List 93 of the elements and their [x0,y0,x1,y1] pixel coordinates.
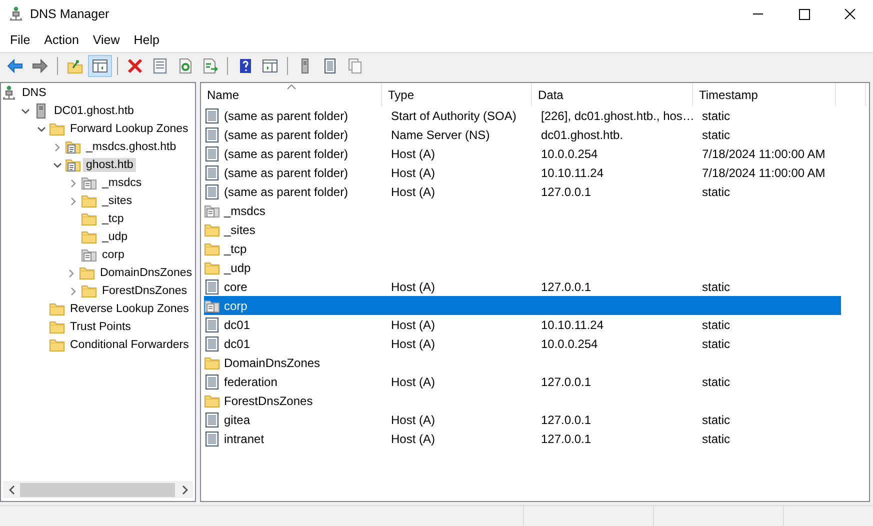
table-cell-text: (same as parent folder) [223,166,348,180]
record-row[interactable]: (same as parent folder) Name Server (NS) dc01.ghost.htb. static [204,125,841,144]
table-cell: 127.0.0.1 [541,184,592,198]
table-cell-text: dc01 [223,336,250,350]
menu-item[interactable]: View [86,30,127,50]
table-cell: 10.10.11.24 [541,318,604,332]
menu-item[interactable]: Help [126,30,166,50]
tree-item[interactable]: Reverse Lookup Zones [67,302,192,316]
table-cell-text: corp [223,298,248,312]
table-cell: static [702,128,730,142]
record-row[interactable]: (same as parent folder) Start of Authority (SOA) [226], dc01.ghost.htb., hos… static [204,106,841,125]
menu-item[interactable]: Action [37,30,86,50]
table-cell: static [702,108,730,122]
table-cell: static [702,318,730,332]
table-cell: Host (A) [391,280,436,294]
record-row[interactable]: _udp [204,258,841,277]
tree-item[interactable]: _tcp [99,212,127,226]
tree-item[interactable]: DC01.ghost.htb [51,104,137,118]
table-cell-text: ForestDnsZones [223,394,313,408]
record-row[interactable]: _msdcs [204,201,841,220]
table-cell-text: core [223,280,248,294]
record-row[interactable]: _tcp [204,239,841,258]
table-cell: Host (A) [391,336,436,350]
table-cell: [226], dc01.ghost.htb., hos… [541,108,694,122]
column-header[interactable]: Timestamp [693,83,836,106]
table-cell: Host (A) [391,412,436,426]
table-cell-text: (same as parent folder) [223,146,348,160]
table-cell-text: (same as parent folder) [223,184,348,198]
record-row[interactable]: gitea Host (A) 127.0.0.1 static [204,410,841,429]
table-cell: 127.0.0.1 [541,412,592,426]
column-header[interactable]: Data [532,83,693,106]
column-header[interactable]: Type [382,83,532,106]
tree-item[interactable]: corp [99,248,128,262]
table-cell: Host (A) [391,374,436,388]
table-cell-text: _udp [222,260,251,274]
table-cell-text: dc01 [223,318,250,332]
tree-item[interactable]: ghost.htb [83,158,136,172]
table-cell: dc01.ghost.htb. [541,128,624,142]
table-cell-text: _sites [222,222,256,236]
table-cell-text: federation [223,374,278,388]
tree-item[interactable]: DNS [19,86,50,100]
table-cell: Host (A) [391,146,436,160]
table-cell-text: (same as parent folder) [223,128,348,142]
tree-item[interactable]: _msdcs [99,176,145,190]
table-cell: static [702,432,730,446]
table-cell: 10.10.11.24 [541,166,604,180]
table-cell: static [702,184,730,198]
table-cell: 127.0.0.1 [541,432,592,446]
record-row[interactable]: DomainDnsZones [204,353,841,372]
record-row[interactable]: core Host (A) 127.0.0.1 static [204,277,841,296]
table-cell-text: gitea [223,412,250,426]
record-row[interactable]: dc01 Host (A) 10.0.0.254 static [204,334,841,353]
record-row[interactable]: ForestDnsZones [204,391,841,410]
table-cell-text: _msdcs [222,204,266,218]
tree-item[interactable]: _sites [99,194,136,208]
table-cell: Start of Authority (SOA) [391,108,516,122]
column-header[interactable]: Name [201,83,382,106]
tree-item[interactable]: DomainDnsZones [96,266,195,280]
table-cell: static [702,412,730,426]
record-row[interactable]: _sites [204,220,841,239]
table-cell: 10.0.0.254 [541,336,598,350]
tree-item[interactable]: Conditional Forwarders [67,338,192,352]
tree-item[interactable]: _udp [99,230,131,244]
table-cell: 127.0.0.1 [541,280,592,294]
table-cell: static [702,336,730,350]
table-cell: Name Server (NS) [391,128,490,142]
table-cell: 127.0.0.1 [541,374,592,388]
table-cell: static [702,280,730,294]
table-cell: Host (A) [391,166,436,180]
tree-item[interactable]: _msdcs.ghost.htb [83,140,180,154]
record-row[interactable]: corp [204,296,841,315]
table-cell: 10.0.0.254 [541,146,598,160]
table-cell-text: DomainDnsZones [223,356,320,370]
record-row[interactable]: federation Host (A) 127.0.0.1 static [204,372,841,391]
record-row[interactable]: intranet Host (A) 127.0.0.1 static [204,429,841,448]
record-row[interactable]: (same as parent folder) Host (A) 10.0.0.254 7/18/2024 11:00:00 AM [204,144,841,163]
table-cell: Host (A) [391,432,436,446]
menu-item[interactable]: File [3,30,38,50]
tree-item[interactable]: ForestDnsZones [99,284,190,298]
tree-item[interactable]: Trust Points [67,320,134,334]
record-row[interactable]: (same as parent folder) Host (A) 10.10.11.24 7/18/2024 11:00:00 AM [204,163,841,182]
tree-item[interactable]: Forward Lookup Zones [67,122,192,136]
record-row[interactable]: dc01 Host (A) 10.10.11.24 static [204,315,841,334]
table-cell-text: _tcp [222,242,247,256]
table-cell: Host (A) [391,318,436,332]
window-title: DNS Manager [30,7,110,21]
table-cell-text: intranet [223,432,264,446]
table-cell: Host (A) [391,184,436,198]
record-row[interactable]: (same as parent folder) Host (A) 127.0.0.1 static [204,182,841,201]
table-cell: 7/18/2024 11:00:00 AM [702,146,826,160]
table-cell-text: (same as parent folder) [223,108,348,122]
table-cell: static [702,374,730,388]
table-cell: 7/18/2024 11:00:00 AM [702,166,826,180]
